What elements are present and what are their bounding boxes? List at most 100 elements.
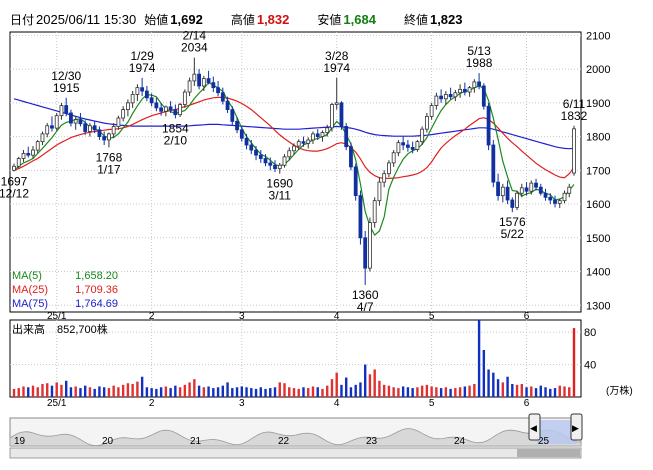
candle-body <box>339 102 344 127</box>
volume-bar <box>240 386 243 397</box>
candle-body <box>382 173 387 183</box>
navigator-right-handle-icon: ▶ <box>572 423 579 433</box>
candle-body <box>368 222 372 269</box>
volume-bar <box>207 386 210 397</box>
volume-bar <box>458 387 462 397</box>
candle-body <box>21 153 26 159</box>
month-label: 3 <box>239 311 245 322</box>
volume-bar <box>292 388 296 397</box>
volume-bar <box>568 387 571 397</box>
volume-bar <box>363 364 367 397</box>
volume-bar <box>159 387 163 397</box>
candle-body <box>149 97 154 104</box>
candle-body <box>363 237 368 269</box>
volume-bar <box>316 387 319 397</box>
volume-bar <box>563 386 566 397</box>
volume-bar <box>297 388 300 397</box>
volume-bar <box>164 386 168 397</box>
candle-body <box>481 85 486 107</box>
candle-body <box>59 105 64 117</box>
volume-bar <box>397 388 400 397</box>
volume-bar <box>93 388 96 397</box>
candle-body <box>187 80 192 93</box>
volume-bar <box>430 386 433 397</box>
candle-body <box>88 125 92 132</box>
volume-bar <box>553 388 557 397</box>
candle-body <box>510 199 515 208</box>
price-tick-label: 1300 <box>586 300 610 312</box>
ma-legend-label: MA(75) <box>12 298 48 310</box>
volume-bar <box>330 379 334 397</box>
candle-body <box>263 158 268 164</box>
volume-bar <box>345 377 348 397</box>
candle-body <box>401 142 406 146</box>
candle-body <box>235 120 239 131</box>
candle-body <box>287 150 292 158</box>
volume-bar <box>102 387 106 397</box>
candle-body <box>553 199 557 204</box>
volume-bar <box>140 376 144 397</box>
volume-bar <box>311 386 315 397</box>
candle-body <box>325 127 330 133</box>
volume-bar <box>530 386 533 397</box>
candle-body <box>334 102 339 105</box>
candle-body <box>225 100 230 110</box>
annotation-date: 1/17 <box>97 162 121 176</box>
volume-bar <box>126 383 130 397</box>
month-label: 3 <box>239 398 245 409</box>
candle-body <box>107 133 111 141</box>
volume-bar <box>197 385 201 397</box>
volume-bar <box>307 388 310 397</box>
price-tick-label: 2100 <box>586 30 610 42</box>
volume-bar <box>155 388 158 397</box>
month-label: 6 <box>524 311 530 322</box>
volume-bar <box>326 385 329 397</box>
volume-bar <box>50 385 54 397</box>
candle-body <box>12 165 16 171</box>
volume-bar <box>216 387 220 397</box>
candle-body <box>410 146 415 150</box>
volume-bar <box>150 388 153 397</box>
candle-body <box>315 133 320 137</box>
candle-body <box>216 87 220 94</box>
volume-bar <box>425 384 429 397</box>
candle-body <box>415 141 420 150</box>
volume-bar <box>17 388 20 397</box>
volume-bar <box>264 388 267 397</box>
ma-legend-value: 1,658.20 <box>75 270 118 282</box>
candle-body <box>54 115 59 129</box>
volume-bar <box>406 387 410 397</box>
volume-legend-label: 出来高 <box>12 322 45 336</box>
volume-bar <box>515 384 519 397</box>
candle-body <box>429 105 434 117</box>
candle-body <box>306 139 311 144</box>
candle-body <box>320 132 325 137</box>
volume-bar <box>174 385 177 397</box>
candle-body <box>477 81 481 87</box>
volume-bar <box>117 387 120 397</box>
candle-body <box>64 105 69 114</box>
candle-body <box>220 92 225 102</box>
candle-body <box>434 95 439 106</box>
volume-bar <box>55 382 58 397</box>
volume-bar <box>12 388 16 397</box>
candle-body <box>192 73 197 82</box>
volume-bar <box>245 387 248 397</box>
candle-body <box>111 126 116 135</box>
volume-bar <box>193 379 196 397</box>
volume-bar <box>79 388 82 397</box>
candle-body <box>35 141 40 151</box>
volume-bar <box>250 388 253 397</box>
candle-body <box>405 144 410 148</box>
navigator-year-label: 23 <box>366 436 378 447</box>
candle-body <box>78 119 83 125</box>
candle-body <box>268 162 273 166</box>
volume-bar <box>121 384 125 397</box>
month-label: 25/1 <box>47 398 67 409</box>
candle-body <box>486 105 491 146</box>
candle-body <box>543 192 548 198</box>
volume-bar <box>269 388 272 397</box>
candle-body <box>424 115 429 130</box>
volume-bar <box>368 374 372 397</box>
navigator-scrollbar-thumb[interactable] <box>517 449 580 457</box>
